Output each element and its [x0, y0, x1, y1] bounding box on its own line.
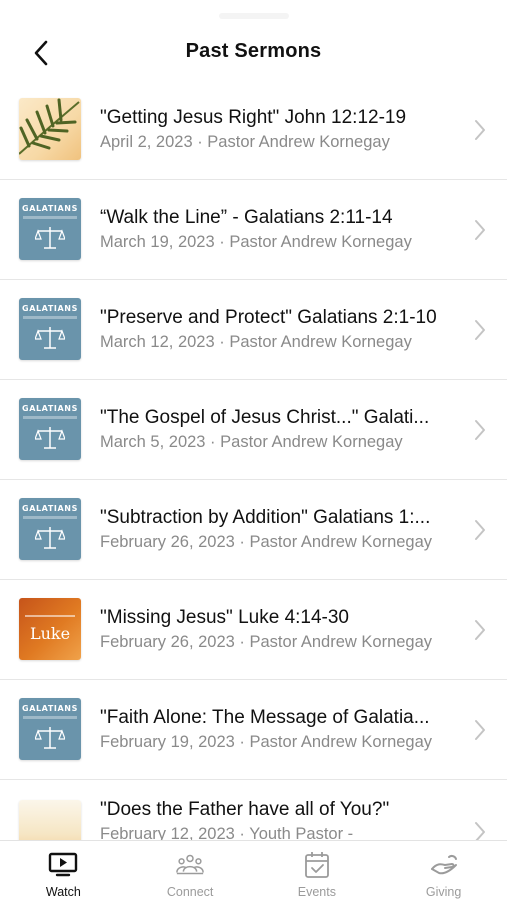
sermon-date-speaker: February 26, 2023 · Pastor Andrew Korneg… [100, 533, 433, 551]
thumbnail-text: GALATIANS [22, 404, 78, 413]
sermon-title: "Getting Jesus Right" John 12:12-19 [100, 107, 407, 128]
thumbnail-text: Luke [29, 624, 71, 643]
tab-label: Connect [166, 885, 214, 899]
sermon-date-speaker: February 12, 2023 · Youth Pastor - [100, 825, 354, 840]
chevron-right-icon [475, 420, 485, 440]
sermon-date-speaker: February 26, 2023 · Pastor Andrew Korneg… [100, 633, 433, 651]
tab-label: Giving [425, 885, 462, 899]
sermon-title: "Subtraction by Addition" Galatians 1:..… [100, 507, 431, 528]
sermon-title: "Does the Father have all of You?" [100, 799, 390, 820]
chevron-right-icon [475, 822, 485, 840]
list-item[interactable]: GALATIANS "Subtraction by Addition" Gala… [0, 480, 507, 580]
tv-play-icon [48, 851, 78, 879]
chevron-right-icon [475, 720, 485, 740]
list-item[interactable]: "Does the Father have all of You?" Febru… [0, 780, 507, 840]
sermon-title: "The Gospel of Jesus Christ..." Galati..… [100, 407, 430, 428]
sermon-date-speaker: March 12, 2023 · Pastor Andrew Kornegay [100, 333, 412, 351]
scales-icon [35, 527, 65, 549]
scales-icon [35, 327, 65, 349]
hand-giving-icon [429, 851, 459, 879]
galatians-thumbnail: GALATIANS [19, 198, 81, 260]
thumbnail-text: GALATIANS [22, 704, 78, 713]
sermon-date-speaker: March 5, 2023 · Pastor Andrew Kornegay [100, 433, 403, 451]
page-title: Past Sermons [185, 40, 322, 62]
sermon-title: "Missing Jesus" Luke 4:14-30 [100, 607, 350, 628]
palm-leaf-image [19, 98, 80, 155]
list-item[interactable]: "Getting Jesus Right" John 12:12-19 Apri… [0, 80, 507, 180]
sermon-title: "Faith Alone: The Message of Galatia... [100, 707, 430, 728]
tab-bar: Watch Connect Events Giving [0, 840, 507, 900]
sunset-thumbnail [19, 800, 81, 840]
luke-thumbnail: Luke [19, 598, 81, 660]
sermon-title: "Preserve and Protect" Galatians 2:1-10 [100, 307, 437, 328]
tab-connect[interactable]: Connect [127, 841, 254, 900]
list-item[interactable]: GALATIANS "Faith Alone: The Message of G… [0, 680, 507, 780]
galatians-thumbnail: GALATIANS [19, 498, 81, 560]
sermon-date-speaker: March 19, 2023 · Pastor Andrew Kornegay [100, 233, 412, 251]
chevron-right-icon [475, 120, 485, 140]
scales-icon [35, 427, 65, 449]
chevron-right-icon [475, 320, 485, 340]
sermon-list[interactable]: "Getting Jesus Right" John 12:12-19 Apri… [0, 80, 507, 840]
tab-giving[interactable]: Giving [380, 841, 507, 900]
chevron-right-icon [475, 620, 485, 640]
sermon-thumbnail [19, 98, 81, 160]
galatians-thumbnail: GALATIANS [19, 298, 81, 360]
chevron-right-icon [475, 220, 485, 240]
sermon-date-speaker: April 2, 2023 · Pastor Andrew Kornegay [100, 133, 390, 151]
thumbnail-text: GALATIANS [22, 304, 78, 313]
status-bar [0, 6, 507, 19]
list-item[interactable]: GALATIANS “Walk the Line” - Galatians 2:… [0, 180, 507, 280]
tab-events[interactable]: Events [254, 841, 381, 900]
chevron-right-icon [475, 520, 485, 540]
thumbnail-text: GALATIANS [22, 504, 78, 513]
tab-label: Events [297, 885, 336, 899]
sermon-title: “Walk the Line” - Galatians 2:11-14 [100, 207, 393, 228]
scales-icon [35, 227, 65, 249]
list-item[interactable]: GALATIANS "The Gospel of Jesus Christ...… [0, 380, 507, 480]
galatians-thumbnail: GALATIANS [19, 698, 81, 760]
thumbnail-text: GALATIANS [22, 204, 78, 213]
nav-header: Past Sermons [0, 20, 507, 84]
list-item[interactable]: Luke "Missing Jesus" Luke 4:14-30 Februa… [0, 580, 507, 680]
sermon-date-speaker: February 19, 2023 · Pastor Andrew Korneg… [100, 733, 433, 751]
galatians-thumbnail: GALATIANS [19, 398, 81, 460]
calendar-check-icon [302, 851, 332, 879]
list-item[interactable]: GALATIANS "Preserve and Protect" Galatia… [0, 280, 507, 380]
people-icon [175, 851, 205, 879]
tab-label: Watch [45, 885, 81, 899]
tab-watch[interactable]: Watch [0, 841, 127, 900]
scales-icon [35, 727, 65, 749]
